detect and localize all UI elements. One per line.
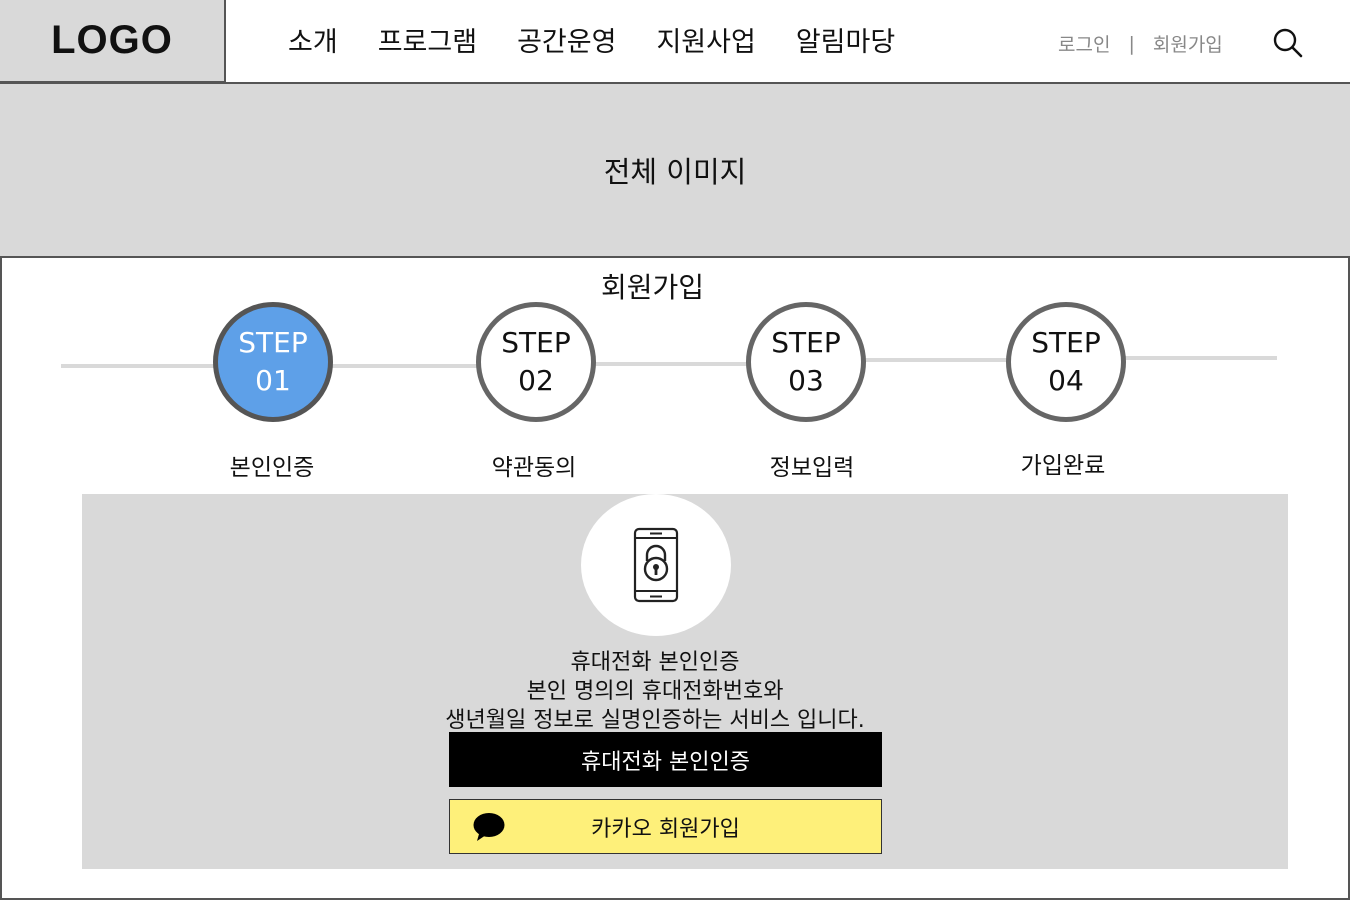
phone-verify-button-label: 휴대전화 본인인증 — [581, 749, 750, 775]
step-number: 02 — [518, 364, 554, 397]
banner-image-placeholder: 전체 이미지 — [0, 84, 1350, 258]
phone-lock-icon-circle — [581, 494, 731, 636]
step-number: 01 — [255, 364, 291, 397]
step-4-label: 가입완료 — [1020, 453, 1106, 479]
step-3-circle[interactable]: STEP 03 — [746, 302, 866, 422]
step-3-label: 정보입력 — [769, 455, 855, 481]
nav-item-space[interactable]: 공간운영 — [517, 20, 616, 59]
main-nav: 소개 프로그램 공간운영 지원사업 알림마당 — [288, 20, 895, 59]
step-1-circle[interactable]: STEP 01 — [213, 302, 333, 422]
kakao-signup-button[interactable]: 카카오 회원가입 — [449, 799, 882, 854]
step-1-label: 본인인증 — [229, 455, 315, 481]
step-2-label: 약관동의 — [491, 455, 577, 481]
login-link[interactable]: 로그인 — [1058, 30, 1110, 57]
page-title: 회원가입 — [600, 271, 705, 304]
step-2-circle[interactable]: STEP 02 — [476, 302, 596, 422]
step-connector — [594, 362, 749, 366]
step-connector — [61, 364, 215, 368]
step-word: STEP — [771, 326, 841, 360]
verify-desc-line-1: 본인 명의의 휴대전화번호와 — [526, 679, 784, 704]
nav-item-intro[interactable]: 소개 — [288, 20, 338, 59]
step-connector — [864, 358, 1009, 362]
signup-link[interactable]: 회원가입 — [1153, 30, 1223, 57]
header: LOGO 소개 프로그램 공간운영 지원사업 알림마당 로그인 | 회원가입 — [0, 0, 1350, 84]
step-word: STEP — [1031, 326, 1101, 360]
step-number: 03 — [788, 364, 824, 397]
util-separator: | — [1128, 32, 1135, 55]
banner-text: 전체 이미지 — [603, 155, 747, 189]
step-word: STEP — [238, 326, 308, 360]
step-number: 04 — [1048, 364, 1084, 397]
step-connector — [330, 364, 480, 368]
search-icon[interactable] — [1272, 27, 1304, 59]
logo[interactable]: LOGO — [0, 0, 226, 83]
kakao-talk-icon — [473, 813, 505, 841]
verify-title: 휴대전화 본인인증 — [570, 650, 740, 675]
util-links: 로그인 | 회원가입 — [1058, 30, 1223, 57]
nav-item-notice[interactable]: 알림마당 — [796, 20, 895, 59]
step-4-circle[interactable]: STEP 04 — [1006, 302, 1126, 422]
kakao-signup-button-label: 카카오 회원가입 — [591, 816, 740, 842]
phone-lock-icon — [633, 527, 679, 603]
step-word: STEP — [501, 326, 571, 360]
nav-item-support[interactable]: 지원사업 — [656, 20, 755, 59]
verify-desc-line-2: 생년월일 정보로 실명인증하는 서비스 입니다. — [445, 708, 865, 733]
phone-verify-button[interactable]: 휴대전화 본인인증 — [449, 732, 882, 787]
step-connector — [1124, 356, 1277, 360]
nav-item-program[interactable]: 프로그램 — [378, 20, 477, 59]
